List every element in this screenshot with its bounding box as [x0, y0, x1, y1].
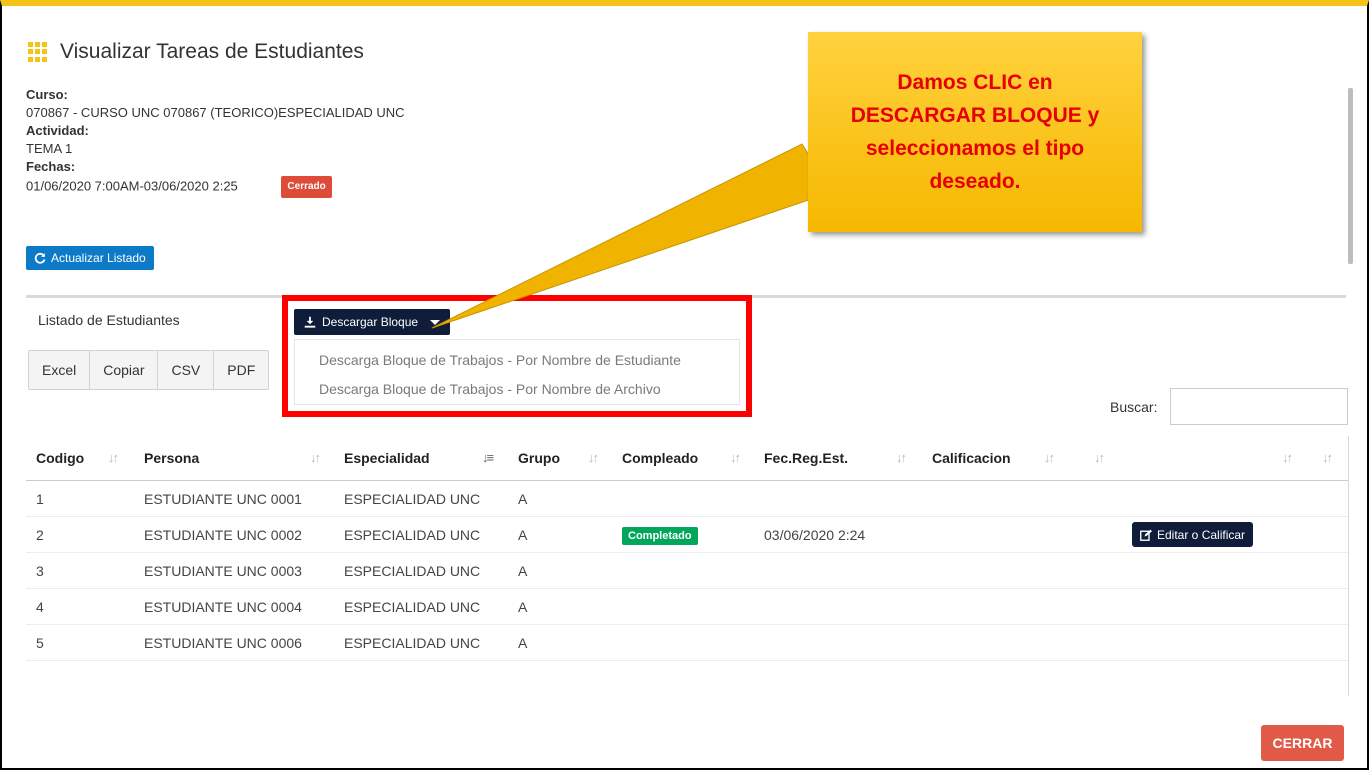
cell-persona: ESTUDIANTE UNC 0002: [144, 527, 302, 543]
export-button-group: Excel Copiar CSV PDF: [28, 350, 270, 390]
modal-window: Visualizar Tareas de Estudiantes Curso: …: [0, 0, 1369, 770]
cell-especialidad: ESPECIALIDAD UNC: [344, 635, 481, 651]
cell-persona: ESTUDIANTE UNC 0006: [144, 635, 302, 651]
sort-arrows-icon[interactable]: ↓↑: [896, 450, 907, 465]
sort-arrows-icon[interactable]: ↓↑: [1322, 450, 1333, 465]
callout-line: seleccionamos el tipo: [865, 137, 1085, 160]
cell-grupo: A: [518, 635, 528, 651]
pdf-button[interactable]: PDF: [214, 351, 268, 389]
table-row: 3 ESTUDIANTE UNC 0003 ESPECIALIDAD UNC A: [26, 553, 1348, 589]
cerrar-button[interactable]: CERRAR: [1261, 725, 1344, 761]
cell-especialidad: ESPECIALIDAD UNC: [344, 527, 481, 543]
column-header-completado[interactable]: Compleado: [622, 450, 698, 466]
table-row: 4 ESTUDIANTE UNC 0004 ESPECIALIDAD UNC A: [26, 589, 1348, 625]
callout-text: Damos CLIC en DESCARGAR BLOQUE y selecci…: [851, 66, 1100, 198]
table-row: 1 ESTUDIANTE UNC 0001 ESPECIALIDAD UNC A: [26, 481, 1348, 517]
cell-persona: ESTUDIANTE UNC 0001: [144, 491, 302, 507]
edit-icon: [1140, 529, 1152, 541]
annotation-callout: Damos CLIC en DESCARGAR BLOQUE y selecci…: [808, 32, 1142, 232]
fechas-row: 01/06/2020 7:00AM-03/06/2020 2:25 Cerrad…: [26, 176, 405, 198]
sort-arrows-icon[interactable]: ↓↑: [108, 450, 119, 465]
table-row: 5 ESTUDIANTE UNC 0006 ESPECIALIDAD UNC A: [26, 625, 1348, 661]
sort-arrows-icon[interactable]: ↓↑: [1282, 450, 1293, 465]
cell-grupo: A: [518, 491, 528, 507]
cell-codigo: 5: [36, 635, 44, 651]
table-row: 2 ESTUDIANTE UNC 0002 ESPECIALIDAD UNC A…: [26, 517, 1348, 553]
cell-grupo: A: [518, 563, 528, 579]
cell-grupo: A: [518, 599, 528, 615]
sort-arrows-icon[interactable]: ↓↑: [588, 450, 599, 465]
curso-label: Curso:: [26, 87, 68, 102]
tab-listado-estudiantes[interactable]: Listado de Estudiantes: [38, 312, 180, 328]
cell-codigo: 2: [36, 527, 44, 543]
column-header-codigo[interactable]: Codigo: [36, 450, 84, 466]
actualizar-listado-button[interactable]: Actualizar Listado: [26, 246, 154, 270]
sort-arrows-icon[interactable]: ↓↑: [310, 450, 321, 465]
callout-line: deseado.: [929, 170, 1021, 193]
status-badge: Cerrado: [281, 176, 332, 198]
editar-calificar-label: Editar o Calificar: [1157, 527, 1246, 542]
sort-arrows-icon[interactable]: ↓↑: [1044, 450, 1055, 465]
sort-arrows-icon[interactable]: ↓↑: [1094, 450, 1105, 465]
grid-icon: [28, 42, 48, 62]
cell-codigo: 4: [36, 599, 44, 615]
cell-persona: ESTUDIANTE UNC 0003: [144, 563, 302, 579]
csv-button[interactable]: CSV: [158, 351, 215, 389]
page-title: Visualizar Tareas de Estudiantes: [60, 40, 364, 63]
cell-fecha: 03/06/2020 2:24: [764, 527, 866, 543]
cell-especialidad: ESPECIALIDAD UNC: [344, 599, 481, 615]
column-header-especialidad[interactable]: Especialidad: [344, 450, 430, 466]
copiar-button[interactable]: Copiar: [90, 351, 159, 389]
callout-line: DESCARGAR BLOQUE y: [850, 104, 1100, 127]
curso-value: 070867 - CURSO UNC 070867 (TEORICO)ESPEC…: [26, 105, 405, 120]
column-header-calificacion[interactable]: Calificacion: [932, 450, 1011, 466]
column-header-grupo[interactable]: Grupo: [518, 450, 560, 466]
search-input[interactable]: [1170, 388, 1348, 425]
cell-persona: ESTUDIANTE UNC 0004: [144, 599, 302, 615]
table-header: Codigo ↓↑ Persona ↓↑ Especialidad ↓≡ Gru…: [26, 436, 1348, 481]
cell-especialidad: ESPECIALIDAD UNC: [344, 491, 481, 507]
sort-arrows-icon[interactable]: ↓↑: [730, 450, 741, 465]
search-label: Buscar:: [1110, 399, 1158, 415]
scrollbar-thumb[interactable]: [1348, 88, 1353, 264]
cell-codigo: 1: [36, 491, 44, 507]
column-header-persona[interactable]: Persona: [144, 450, 199, 466]
completado-badge: Completado: [622, 527, 698, 545]
highlight-box: [282, 295, 752, 417]
callout-line: Damos CLIC en: [897, 71, 1053, 94]
fechas-label: Fechas:: [26, 159, 76, 174]
excel-button[interactable]: Excel: [29, 351, 91, 389]
cell-grupo: A: [518, 527, 528, 543]
students-table: Codigo ↓↑ Persona ↓↑ Especialidad ↓≡ Gru…: [26, 436, 1348, 661]
fechas-value: 01/06/2020 7:00AM-03/06/2020 2:25: [26, 178, 238, 194]
actualizar-listado-label: Actualizar Listado: [51, 251, 146, 265]
column-header-fecha[interactable]: Fec.Reg.Est.: [764, 450, 848, 466]
cell-codigo: 3: [36, 563, 44, 579]
modal-header: Visualizar Tareas de Estudiantes: [28, 40, 364, 64]
sort-active-icon[interactable]: ↓≡: [482, 450, 494, 465]
table-scrollbar-track[interactable]: [1348, 436, 1349, 696]
editar-calificar-button[interactable]: Editar o Calificar: [1132, 522, 1254, 547]
course-info: Curso: 070867 - CURSO UNC 070867 (TEORIC…: [26, 86, 405, 198]
actividad-value: TEMA 1: [26, 141, 73, 156]
cell-especialidad: ESPECIALIDAD UNC: [344, 563, 481, 579]
refresh-icon: [34, 252, 46, 264]
actividad-label: Actividad:: [26, 123, 89, 138]
